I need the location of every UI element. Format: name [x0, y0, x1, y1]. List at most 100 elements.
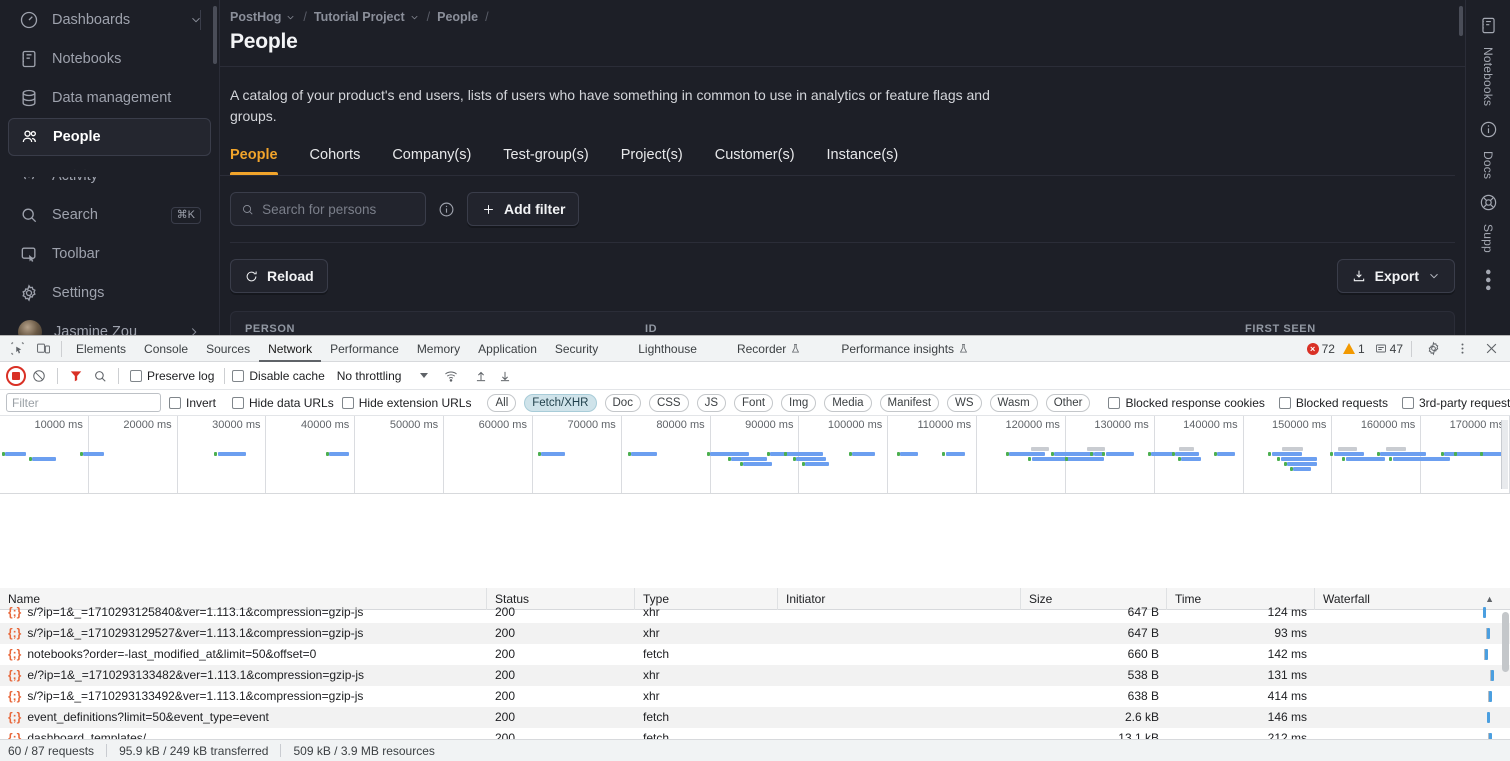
cell-waterfall	[1315, 623, 1510, 644]
rail-item-docs[interactable]: Docs	[1479, 114, 1498, 185]
tab-customers[interactable]: Customer(s)	[715, 147, 795, 175]
tab-elements[interactable]: Elements	[67, 336, 135, 362]
export-button[interactable]: Export	[1336, 259, 1455, 293]
tab-lighthouse[interactable]: Lighthouse	[629, 336, 706, 362]
reload-button[interactable]: Reload	[230, 259, 328, 293]
sidebar-account[interactable]: Jasmine Zou	[8, 313, 211, 335]
error-count-badge[interactable]: × 72	[1306, 342, 1335, 356]
breadcrumb-item-page[interactable]: People	[437, 10, 478, 24]
import-har-icon[interactable]	[470, 365, 492, 387]
sidebar-item-search[interactable]: Search ⌘K	[8, 196, 211, 234]
breadcrumb-item-project[interactable]: Tutorial Project	[314, 10, 420, 24]
type-chip-other[interactable]: Other	[1045, 393, 1091, 412]
type-chip-media[interactable]: Media	[824, 393, 872, 412]
cell-name: {;} s/?ip=1&_=1710293133492&ver=1.113.1&c…	[0, 686, 487, 707]
type-chip-img[interactable]: Img	[781, 393, 817, 412]
preserve-log-checkbox[interactable]: Preserve log	[130, 369, 214, 383]
type-chip-fetch-xhr[interactable]: Fetch/XHR	[524, 393, 597, 412]
type-chip-wasm[interactable]: Wasm	[989, 393, 1038, 412]
tab-security[interactable]: Security	[546, 336, 607, 362]
main-scrollbar[interactable]	[1459, 6, 1463, 36]
search-icon[interactable]	[89, 365, 111, 387]
export-har-icon[interactable]	[494, 365, 516, 387]
blocked-response-cookies-checkbox[interactable]: Blocked response cookies	[1108, 396, 1265, 410]
tab-performance-insights[interactable]: Performance insights	[832, 336, 978, 362]
table-row[interactable]: {;} e/?ip=1&_=1710293133482&ver=1.113.1&c…	[0, 665, 1510, 686]
table-row[interactable]: {;} s/?ip=1&_=1710293133492&ver=1.113.1&c…	[0, 686, 1510, 707]
hide-data-urls-checkbox[interactable]: Hide data URLs	[232, 396, 334, 410]
close-devtools-icon[interactable]	[1478, 337, 1504, 361]
throttling-select[interactable]: No throttling	[335, 369, 431, 383]
table-scrollbar[interactable]	[1502, 612, 1509, 672]
inspect-element-icon[interactable]	[4, 337, 30, 361]
table-row[interactable]: {;} s/?ip=1&_=1710293125840&ver=1.113.1&c…	[0, 602, 1510, 623]
add-filter-button[interactable]: Add filter	[467, 192, 580, 226]
warning-count-badge[interactable]: 1	[1342, 342, 1365, 356]
message-count-badge[interactable]: 47	[1375, 342, 1403, 356]
overview-tick-label: 60000 ms	[478, 419, 527, 431]
request-name: notebooks?order=-last_modified_at&limit=…	[27, 647, 317, 661]
sidebar-item-activity[interactable]: Activity	[8, 157, 211, 195]
sidebar-scrollbar[interactable]	[213, 6, 217, 64]
search-input[interactable]	[262, 201, 415, 217]
type-chip-all[interactable]: All	[487, 393, 517, 412]
tab-instances[interactable]: Instance(s)	[827, 147, 899, 175]
rail-item-support[interactable]: Supp	[1479, 187, 1498, 257]
tab-projects[interactable]: Project(s)	[621, 147, 683, 175]
sidebar-item-notebooks[interactable]: Notebooks	[8, 40, 211, 78]
table-row[interactable]: {;} notebooks?order=-last_modified_at&lim…	[0, 644, 1510, 665]
settings-gear-icon[interactable]	[1420, 337, 1446, 361]
table-row[interactable]: {;} s/?ip=1&_=1710293129527&ver=1.113.1&c…	[0, 623, 1510, 644]
tab-cohorts[interactable]: Cohorts	[310, 147, 361, 175]
overview-right-handle[interactable]	[1501, 420, 1508, 489]
third-party-requests-checkbox[interactable]: 3rd-party requests	[1401, 396, 1510, 410]
more-options-icon[interactable]	[1449, 337, 1475, 361]
clear-network-log-icon[interactable]	[28, 365, 50, 387]
type-chip-js[interactable]: JS	[696, 393, 727, 412]
blocked-requests-checkbox[interactable]: Blocked requests	[1278, 396, 1388, 410]
hide-extension-urls-checkbox[interactable]: Hide extension URLs	[341, 396, 471, 410]
search-persons-box[interactable]	[230, 192, 426, 226]
type-chip-font[interactable]: Font	[734, 393, 774, 412]
column-header-first-seen[interactable]: FIRST SEEN	[1245, 323, 1316, 335]
tab-test-groups[interactable]: Test-group(s)	[503, 147, 588, 175]
overview-ttfb-marker	[1389, 457, 1393, 461]
tab-sources[interactable]: Sources	[197, 336, 259, 362]
column-header-person[interactable]: PERSON	[245, 323, 645, 335]
overview-tick-label: 170000 ms	[1449, 419, 1505, 431]
sidebar-item-data-management[interactable]: Data management	[8, 79, 211, 117]
chevron-right-icon[interactable]	[187, 325, 201, 335]
invert-checkbox[interactable]: Invert	[169, 396, 216, 410]
rail-item-notebooks[interactable]: Notebooks	[1479, 10, 1498, 112]
network-filter-input[interactable]	[6, 393, 161, 412]
table-row[interactable]: {;} event_definitions?limit=50&event_type…	[0, 707, 1510, 728]
type-chip-manifest[interactable]: Manifest	[879, 393, 940, 412]
rail-more-icon[interactable]: •••	[1479, 269, 1498, 293]
network-conditions-icon[interactable]	[440, 365, 462, 387]
table-row[interactable]: {;} dashboard_templates/200 fetch 13.1 kB 21…	[0, 728, 1510, 739]
type-chip-ws[interactable]: WS	[947, 393, 982, 412]
breadcrumb-item-org[interactable]: PostHog	[230, 10, 296, 24]
sidebar-item-toolbar[interactable]: Toolbar	[8, 235, 211, 273]
tab-network[interactable]: Network	[259, 336, 321, 362]
tab-performance[interactable]: Performance	[321, 336, 408, 362]
column-header-id[interactable]: ID	[645, 323, 1245, 335]
info-circle-icon[interactable]	[438, 201, 455, 218]
tab-memory[interactable]: Memory	[408, 336, 469, 362]
filter-funnel-icon[interactable]	[65, 365, 87, 387]
tab-companys[interactable]: Company(s)	[392, 147, 471, 175]
tab-recorder[interactable]: Recorder	[728, 336, 810, 362]
record-button[interactable]	[6, 365, 26, 386]
disable-cache-checkbox[interactable]: Disable cache	[232, 369, 325, 383]
tab-people[interactable]: People	[230, 147, 278, 175]
sidebar-item-dashboards[interactable]: Dashboards	[8, 1, 211, 39]
type-chip-css[interactable]: CSS	[648, 393, 689, 412]
rail-label: Supp	[1481, 224, 1495, 254]
type-chip-doc[interactable]: Doc	[604, 393, 641, 412]
tab-application[interactable]: Application	[469, 336, 546, 362]
device-toolbar-icon[interactable]	[30, 337, 56, 361]
network-overview-timeline[interactable]: 10000 ms 20000 ms 30000 ms 40000 ms 5000…	[0, 416, 1510, 494]
sidebar-item-settings[interactable]: Settings	[8, 274, 211, 312]
sidebar-item-people[interactable]: People	[8, 118, 211, 156]
tab-console[interactable]: Console	[135, 336, 197, 362]
